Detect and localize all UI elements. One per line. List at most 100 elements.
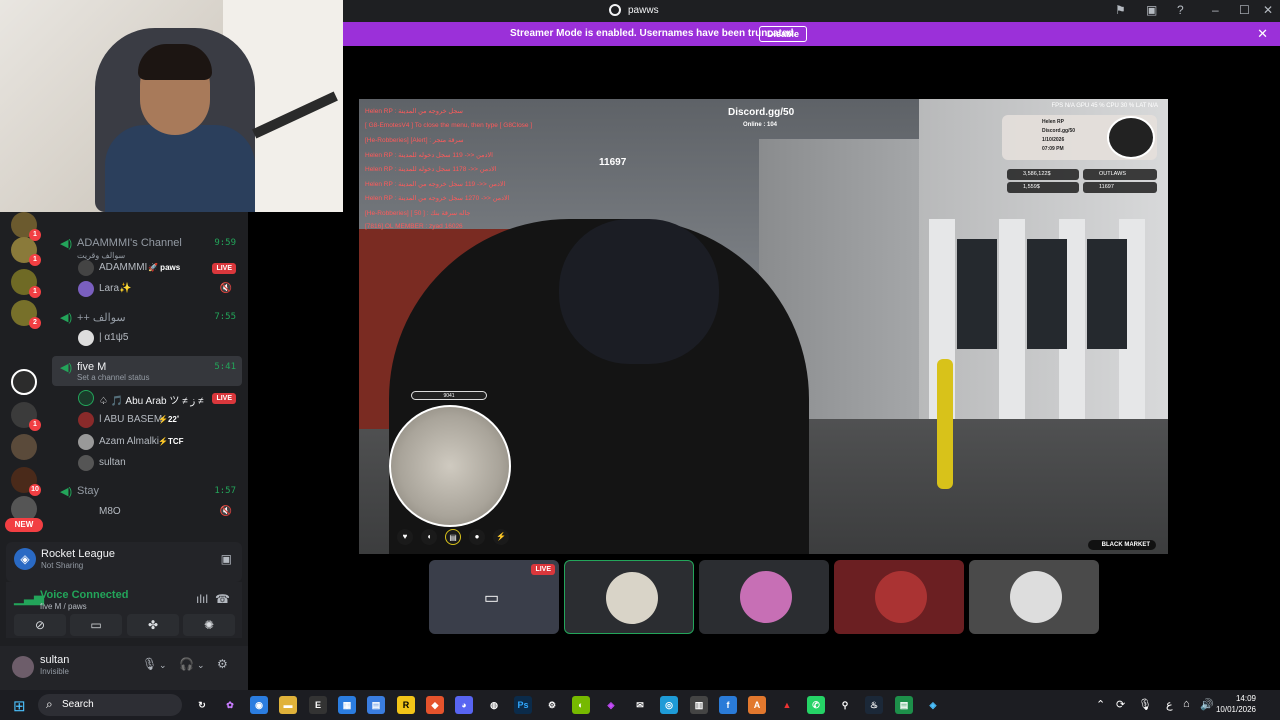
voice-member[interactable]: M8O 🔇 (52, 502, 242, 522)
minimize-button[interactable]: – (1212, 3, 1219, 17)
headphones-icon[interactable]: 🎧 (179, 657, 194, 671)
notification-badge: 2 (29, 317, 41, 329)
app-icon[interactable]: ▲ (778, 696, 796, 714)
steam-icon[interactable]: ♨ (865, 696, 883, 714)
disconnect-icon[interactable]: ☎ (215, 592, 230, 606)
network-icon[interactable]: ⌂ (1183, 698, 1190, 710)
server-icon[interactable]: 1 (11, 402, 41, 431)
channel-status[interactable]: Set a channel status (77, 373, 150, 382)
feed-line: Helen RP : الادمن <<- 1270 سجل خروجه من … (365, 195, 510, 202)
share-screen-icon[interactable]: ▣ (221, 552, 232, 566)
activities-button[interactable]: ✤ (127, 614, 179, 636)
server-icon[interactable] (11, 434, 37, 460)
app-icon[interactable]: ▥ (690, 696, 708, 714)
nvidia-icon[interactable]: ◐ (572, 696, 590, 714)
banner-text: Streamer Mode is enabled. Usernames have… (510, 28, 797, 39)
banner-close-icon[interactable]: ✕ (1257, 26, 1268, 42)
file-explorer-icon[interactable]: ▬ (279, 696, 297, 714)
server-icon[interactable]: 1 (11, 237, 41, 266)
hud-server: Discord.gg/50 (728, 107, 795, 118)
voice-member[interactable]: sultan (52, 453, 242, 473)
user-avatar[interactable] (12, 656, 34, 678)
widgets-icon[interactable]: ✿ (221, 696, 239, 714)
noise-suppression-icon[interactable]: ılıl (196, 592, 208, 606)
voice-channel-sawalif[interactable]: ◀) ++ سوالف 7:55 (52, 306, 242, 330)
participant-tile[interactable] (969, 560, 1099, 634)
participant-tile-selected[interactable] (564, 560, 694, 634)
voice-channel-stay[interactable]: ◀) Stay 1:57 (52, 480, 242, 504)
app-icon[interactable]: R (397, 696, 415, 714)
participant-tile[interactable] (699, 560, 829, 634)
inbox-icon[interactable]: ▣ (1146, 3, 1157, 17)
windows-start-icon[interactable]: ⊞ (13, 697, 26, 715)
voice-member[interactable]: Azam Almalki ⚡TCF (52, 432, 242, 452)
chrome-icon[interactable]: ◉ (250, 696, 268, 714)
voice-member[interactable]: ♤ 🎵 Abu Arab ツ ≠ ﺯ ≠ LIVE (52, 388, 242, 408)
tray-chevron-icon[interactable]: ⌃ (1096, 698, 1105, 711)
close-window-button[interactable]: ✕ (1263, 3, 1273, 17)
app-icon[interactable]: A (748, 696, 766, 714)
voice-member[interactable]: ǀ ABU BASEM ⚡22˚ (52, 410, 242, 430)
food-icon: ▤ (445, 529, 461, 545)
app-icon[interactable]: ◍ (485, 696, 503, 714)
server-icon[interactable]: 1 (11, 269, 41, 298)
share-screen-button[interactable]: ▭ (70, 614, 122, 636)
camera-off-button[interactable]: ⊘ (14, 614, 66, 636)
edge-icon[interactable]: ◎ (660, 696, 678, 714)
voice-channel-five-m[interactable]: ◀) five M 5:41 Set a channel status (52, 356, 242, 386)
photoshop-icon[interactable]: Ps (514, 696, 532, 714)
voice-connected-channel[interactable]: five M / paws (40, 602, 87, 611)
taskbar-clock[interactable]: 14:09 10/01/2026 (1196, 693, 1256, 715)
avatar (78, 330, 94, 346)
server-icon[interactable]: 10 (11, 467, 41, 496)
feed-line: [7816] OL MEMBER : zyad 16026 (365, 223, 463, 230)
participant-tile-stream[interactable]: LIVE ▭ (429, 560, 559, 634)
avatar (740, 571, 792, 623)
brave-icon[interactable]: ◆ (426, 696, 444, 714)
help-icon[interactable]: ? (1177, 3, 1184, 17)
microphone-tray-icon[interactable]: 🎙 (1138, 698, 1152, 711)
epic-games-icon[interactable]: E (309, 696, 327, 714)
taskbar-search[interactable]: ⌕ Search (38, 694, 182, 716)
server-list: 1 1 1 2 1 10 NEW (0, 212, 48, 542)
health-icon: ♥ (397, 529, 413, 545)
hud-profile: Helen RP Discord.gg/50 1/10/2026 07:09 P… (1002, 115, 1157, 160)
microphone-icon[interactable]: 🎙 (142, 657, 157, 671)
participant-tile[interactable] (834, 560, 964, 634)
stamina-icon: ⚡ (493, 529, 509, 545)
stream-viewer[interactable]: Helen RP : سجل خروجه من المدينة [ G8-Emo… (359, 99, 1168, 554)
chevron-down-icon[interactable]: ⌄ (197, 660, 205, 671)
chevron-down-icon[interactable]: ⌄ (159, 660, 167, 671)
app-icon[interactable]: ⚙ (543, 696, 561, 714)
language-indicator[interactable]: ع (1166, 698, 1173, 711)
avatar (78, 434, 94, 450)
server-icon[interactable] (11, 369, 37, 395)
task-view-icon[interactable]: ↻ (193, 696, 211, 714)
whatsapp-icon[interactable]: ✆ (807, 696, 825, 714)
game-column (999, 219, 1025, 439)
channel-name: five M (77, 361, 107, 373)
server-icon[interactable]: 2 (11, 300, 41, 329)
voice-connected-title: Voice Connected (40, 589, 129, 601)
app-icon[interactable]: f (719, 696, 737, 714)
app-icon[interactable]: ▤ (367, 696, 385, 714)
server-icon[interactable]: 1 (11, 212, 41, 241)
app-icon[interactable]: ▤ (895, 696, 913, 714)
app-icon[interactable]: ◈ (924, 696, 942, 714)
disable-button[interactable]: Disable (759, 26, 808, 42)
app-icon[interactable]: ⚲ (836, 696, 854, 714)
voice-member[interactable]: ADAMMMI 🚀 paws LIVE (52, 258, 242, 278)
hud-money: 3,586,122$ OUTLAWS 1,559$ 11697 (1007, 169, 1157, 195)
mail-icon[interactable]: ✉ (631, 696, 649, 714)
voice-member[interactable]: | α1ψ5 (52, 328, 242, 348)
app-icon[interactable]: ◈ (602, 696, 620, 714)
sync-icon[interactable]: ⟳ (1116, 698, 1125, 711)
flag-icon[interactable]: ⚑ (1115, 3, 1126, 17)
voice-member[interactable]: Lara✨ 🔇 (52, 279, 242, 299)
clock-date: 10/01/2026 (1215, 705, 1256, 714)
settings-gear-icon[interactable]: ⚙ (217, 657, 228, 671)
discord-icon[interactable]: ◕ (455, 696, 473, 714)
soundboard-button[interactable]: ✺ (183, 614, 235, 636)
maximize-button[interactable]: ☐ (1239, 3, 1250, 17)
app-icon[interactable]: ▦ (338, 696, 356, 714)
